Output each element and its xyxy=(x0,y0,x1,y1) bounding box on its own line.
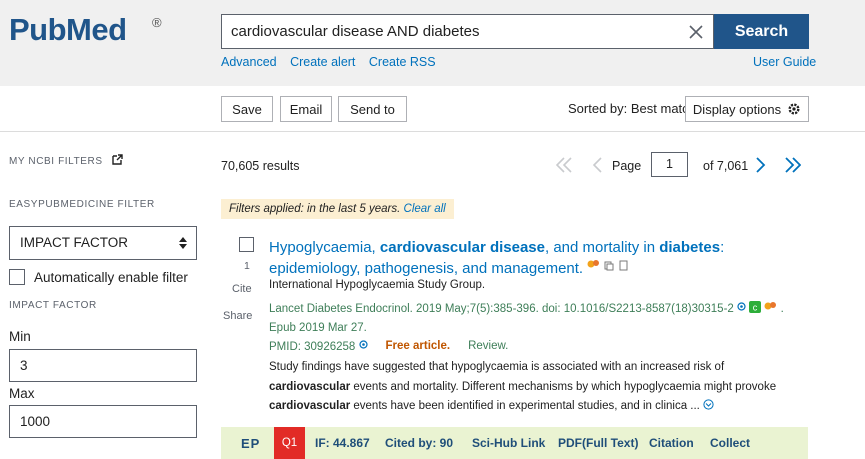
min-input[interactable]: 3 xyxy=(9,349,197,382)
easypubmed-journal-icon[interactable] xyxy=(764,301,777,311)
impact-factor-value: IF: 44.867 xyxy=(315,436,370,450)
display-options-button[interactable]: Display options xyxy=(685,96,809,122)
filters-applied-text: Filters applied: in the last 5 years. xyxy=(229,203,401,215)
search-input[interactable]: cardiovascular disease AND diabetes xyxy=(221,14,678,49)
pmid: PMID: 30926258 xyxy=(269,340,368,353)
save-button[interactable]: Save xyxy=(221,96,273,122)
article-meta: PMID: 30926258 Free article. Review. xyxy=(269,340,508,353)
display-options-label: Display options xyxy=(692,101,782,117)
impact-factor-select[interactable]: IMPACT FACTOR xyxy=(9,226,197,260)
sorted-by-label[interactable]: Sorted by: Best match xyxy=(568,101,696,116)
prev-page-icon[interactable] xyxy=(592,157,602,173)
share-button[interactable]: Share xyxy=(223,310,252,322)
page-label: Page xyxy=(612,159,642,173)
my-ncbi-filters-label[interactable]: MY NCBI FILTERS xyxy=(9,154,123,167)
header: PubMed ® cardiovascular disease AND diab… xyxy=(0,0,865,86)
logo-text: PubMed xyxy=(9,12,127,47)
gear-icon xyxy=(788,103,800,115)
snippet-highlight: cardiovascular xyxy=(269,400,351,412)
article-number: 1 xyxy=(244,260,250,272)
article-journal-citation: Lancet Diabetes Endocrinol. 2019 May;7(5… xyxy=(269,300,809,338)
cite-button[interactable]: Cite xyxy=(232,283,252,295)
pubmed-logo[interactable]: PubMed ® xyxy=(9,12,162,62)
external-link-icon xyxy=(112,154,123,165)
clear-x-icon xyxy=(688,24,703,39)
pdf-full-text-link[interactable]: PDF(Full Text) xyxy=(558,436,638,450)
clear-search-button[interactable] xyxy=(678,14,714,49)
next-page-icon[interactable] xyxy=(756,157,766,173)
email-button[interactable]: Email xyxy=(280,96,332,122)
journal-text: Lancet Diabetes Endocrinol. 2019 May;7(5… xyxy=(269,303,564,315)
results-toolbar: Save Email Send to Sorted by: Best match… xyxy=(0,86,865,132)
expand-snippet-icon[interactable] xyxy=(703,399,714,410)
registered-mark: ® xyxy=(152,15,162,30)
free-access-icon[interactable]: c xyxy=(749,301,762,313)
pmid-text: PMID: 30926258 xyxy=(269,341,356,353)
svg-text:c: c xyxy=(753,303,758,313)
filters-applied-banner: Filters applied: in the last 5 years. Cl… xyxy=(221,199,454,219)
article-snippet: Study findings have suggested that hypog… xyxy=(269,358,804,417)
article-authors: International Hypoglycaemia Study Group. xyxy=(269,279,486,291)
title-highlight: cardiovascular disease xyxy=(379,239,545,256)
user-guide-link[interactable]: User Guide xyxy=(753,55,816,69)
auto-enable-label: Automatically enable filter xyxy=(34,269,188,285)
document-icon[interactable] xyxy=(619,260,628,271)
last-page-icon[interactable] xyxy=(785,157,801,173)
min-label: Min xyxy=(9,329,31,344)
send-to-button[interactable]: Send to xyxy=(338,96,407,122)
title-part: , and mortality in xyxy=(545,239,660,256)
max-label: Max xyxy=(9,386,35,401)
clear-all-filters-link[interactable]: Clear all xyxy=(404,203,446,215)
search-button[interactable]: Search xyxy=(714,14,809,49)
select-arrows-icon xyxy=(179,237,187,249)
title-part: Hypoglycaemia, xyxy=(269,239,380,256)
copy-icon[interactable] xyxy=(604,261,614,271)
total-pages-label: of 7,061 xyxy=(703,159,749,173)
advanced-link[interactable]: Advanced xyxy=(221,55,277,69)
pdf-indicator-icon[interactable] xyxy=(737,302,746,311)
citation-link[interactable]: Citation xyxy=(649,436,694,450)
article-title-link[interactable]: Hypoglycaemia, cardiovascular disease, a… xyxy=(269,237,739,279)
page-number-input[interactable]: 1 xyxy=(651,152,688,177)
free-article-label: Free article. xyxy=(385,340,451,352)
impact-factor-select-value: IMPACT FACTOR xyxy=(20,235,129,250)
results-count: 70,605 results xyxy=(221,159,300,173)
cited-by-link[interactable]: Cited by: 90 xyxy=(385,436,453,450)
create-alert-link[interactable]: Create alert xyxy=(290,55,355,69)
easypubmed-badge-icon[interactable] xyxy=(587,259,600,269)
quartile-badge: Q1 xyxy=(274,427,305,459)
snippet-part: events have been identified in experimen… xyxy=(350,400,700,412)
collect-link[interactable]: Collect xyxy=(710,436,750,450)
snippet-part: Study findings have suggested that hypog… xyxy=(269,361,725,373)
first-page-icon[interactable] xyxy=(556,157,572,173)
snippet-part: events and mortality. Different mechanis… xyxy=(350,380,777,393)
easypubmedicine-filter-label: EASYPUBMEDICINE FILTER xyxy=(9,199,155,210)
scihub-link[interactable]: Sci-Hub Link xyxy=(472,436,545,450)
my-ncbi-filters-text: MY NCBI FILTERS xyxy=(9,156,103,167)
search-sub-links: Advanced Create alert Create RSS xyxy=(221,55,446,69)
auto-enable-filter-row[interactable]: Automatically enable filter xyxy=(9,269,188,285)
article-select-checkbox[interactable] xyxy=(239,237,254,252)
doi-link[interactable]: 10.1016/S2213-8587(18)30315-2 xyxy=(564,303,734,315)
max-input[interactable]: 1000 xyxy=(9,405,197,438)
title-highlight: diabetes xyxy=(659,239,721,256)
pmid-link-icon[interactable] xyxy=(358,340,368,349)
ep-logo[interactable]: EP xyxy=(241,436,260,451)
review-label: Review. xyxy=(468,340,509,352)
auto-enable-checkbox[interactable] xyxy=(9,269,25,285)
easypubmed-bar: EP Q1 IF: 44.867 Cited by: 90 Sci-Hub Li… xyxy=(221,427,808,459)
create-rss-link[interactable]: Create RSS xyxy=(369,55,436,69)
snippet-highlight: cardiovascular xyxy=(269,380,351,393)
impact-factor-label: IMPACT FACTOR xyxy=(9,300,97,311)
